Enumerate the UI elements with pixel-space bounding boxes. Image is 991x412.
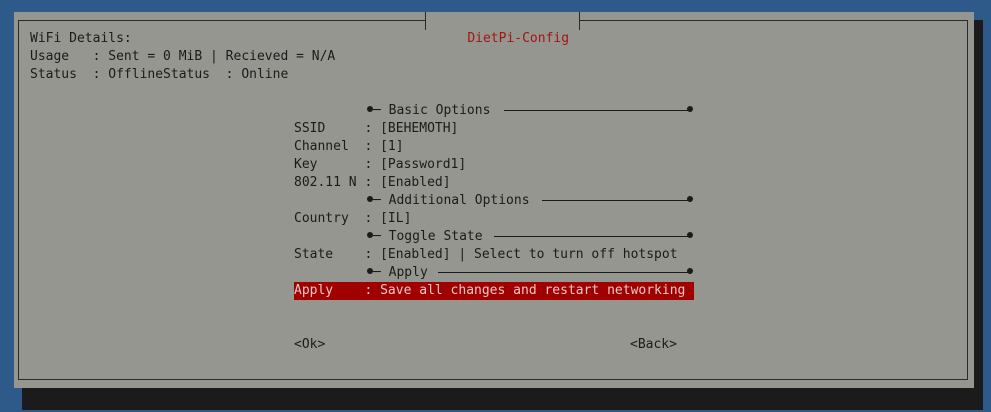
menu-item-key[interactable]: Key : [Password1] — [294, 156, 694, 174]
section-end-icon — [687, 232, 693, 238]
menu-item-value: [Enabled] — [380, 175, 451, 190]
menu-item-country[interactable]: Country : [IL] — [294, 210, 694, 228]
menu-item-ssid[interactable]: SSID : [BEHEMOTH] — [294, 120, 694, 138]
dialog-shadow — [22, 388, 983, 410]
dietpi-config-dialog: DietPi-Config WiFi Details: Usage : Sent… — [14, 12, 974, 388]
section-rule — [504, 110, 688, 111]
menu-item-apply[interactable]: Apply : Save all changes and restart net… — [294, 282, 694, 300]
section-end-icon — [687, 196, 693, 202]
dialog-title-box: DietPi-Config — [425, 12, 581, 46]
ok-button[interactable]: <Ok> — [294, 336, 325, 354]
section-toggle-state: ─ Toggle State — [294, 228, 694, 246]
menu-item-value: [BEHEMOTH] — [380, 121, 459, 136]
section-label: Additional Options — [388, 193, 530, 208]
dialog-shadow-right — [974, 20, 983, 410]
dialog-title: DietPi-Config — [467, 31, 570, 46]
menu-item-key: Country — [294, 211, 365, 226]
menu-item-value: [Enabled] | Select to turn off hotspot — [380, 247, 678, 262]
back-button[interactable]: <Back> — [630, 336, 677, 354]
menu-item-value: [Password1] — [380, 157, 467, 172]
menu-item-value: [1] — [380, 139, 404, 154]
section-rule — [542, 200, 688, 201]
menu-item-key: 802.11 N — [294, 175, 365, 190]
menu-item-value: Save all changes and restart networking — [380, 283, 686, 298]
section-label: Toggle State — [388, 229, 483, 244]
section-label: Apply — [388, 265, 428, 280]
menu-item-key: Apply — [294, 283, 365, 298]
wifi-details-heading: WiFi Details: — [30, 31, 132, 46]
section-end-icon — [687, 268, 693, 274]
menu-item-key: Key — [294, 157, 365, 172]
section-basic-options: ─ Basic Options — [294, 102, 694, 120]
menu-item-key: SSID — [294, 121, 365, 136]
menu-item-state[interactable]: State : [Enabled] | Select to turn off h… — [294, 246, 694, 264]
section-end-icon — [687, 106, 693, 112]
menu-item-key: Channel — [294, 139, 365, 154]
section-additional-options: ─ Additional Options — [294, 192, 694, 210]
section-rule — [438, 272, 688, 273]
section-label: Basic Options — [388, 103, 491, 118]
menu-item-value: [IL] — [380, 211, 412, 226]
menu-item-key: State — [294, 247, 365, 262]
wifi-status-line: Status : OfflineStatus : Online — [30, 67, 289, 82]
section-rule — [494, 236, 688, 237]
section-apply: ─ Apply — [294, 264, 694, 282]
wifi-usage-line: Usage : Sent = 0 MiB | Recieved = N/A — [30, 49, 336, 64]
menu-item-channel[interactable]: Channel : [1] — [294, 138, 694, 156]
menu-item-80211n[interactable]: 802.11 N : [Enabled] — [294, 174, 694, 192]
